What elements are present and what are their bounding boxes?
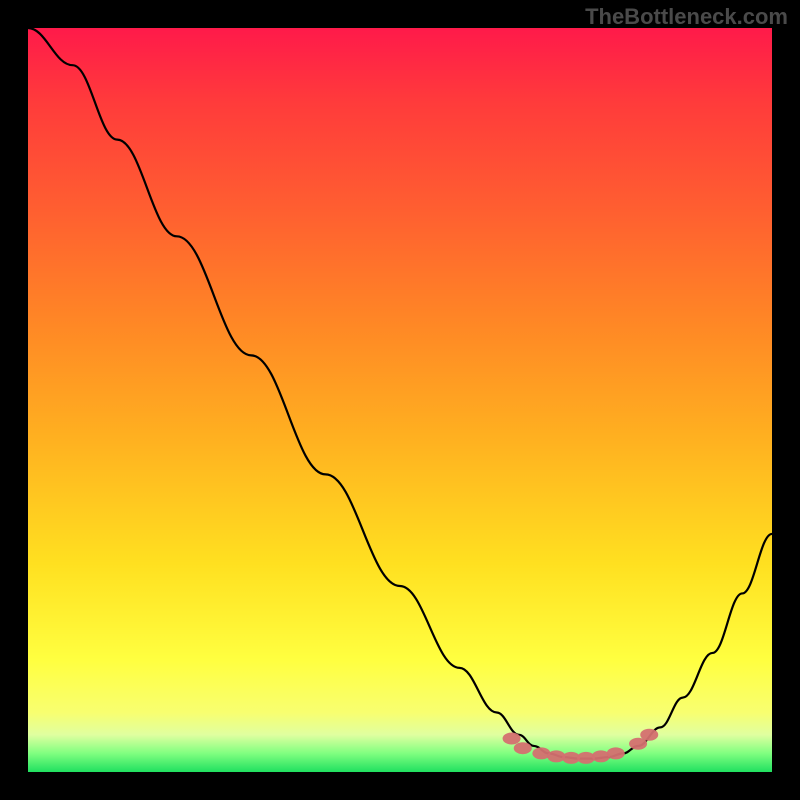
chart-background-gradient (28, 28, 772, 772)
watermark-text: TheBottleneck.com (585, 4, 788, 30)
